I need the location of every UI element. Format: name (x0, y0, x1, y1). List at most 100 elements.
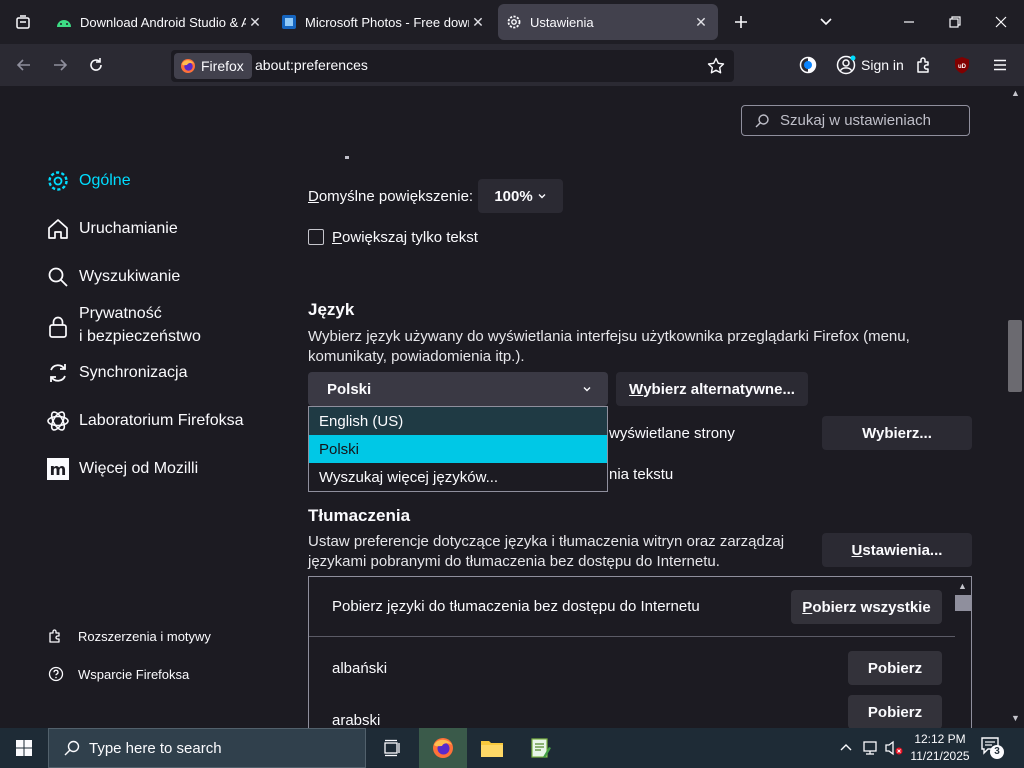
clock-time: 12:12 PM (914, 732, 966, 746)
tab-microsoft-photos[interactable]: Microsoft Photos - Free downlo ✕ (273, 4, 495, 40)
language-row: arabski Pobierz (309, 695, 955, 728)
list-scrollbar-thumb[interactable] (955, 595, 971, 611)
download-all-row: Pobierz języki do tłumaczenia bez dostęp… (309, 577, 955, 637)
file-explorer-icon[interactable] (468, 728, 516, 768)
choose-alternative-languages-button[interactable]: Wybierz alternatywne... (616, 372, 808, 406)
scrolled-content-remnant (345, 156, 349, 159)
restore-icon[interactable] (932, 0, 978, 44)
taskbar-search-placeholder: Type here to search (89, 739, 222, 757)
sidebar-item-general[interactable]: Ogólne (46, 169, 131, 193)
network-icon[interactable] (862, 740, 880, 756)
sidebar-item-label: Prywatność (79, 305, 162, 322)
taskbar-clock[interactable]: 12:12 PM 11/21/2025 (904, 731, 976, 765)
extensions-icon[interactable] (908, 49, 940, 81)
mozilla-icon: m (46, 457, 70, 481)
language-option-search-more[interactable]: Wyszukaj więcej języków... (309, 463, 607, 491)
sidebar-item-label-line2: i bezpieczeństwo (79, 328, 201, 345)
zoom-text-only-checkbox[interactable] (308, 229, 324, 245)
svg-text:m: m (50, 460, 67, 479)
footer-link-label: Rozszerzenia i motywy (78, 628, 211, 644)
preferences-page: Szukaj w ustawieniach Ogólne Uruchamiani… (0, 86, 1024, 728)
url-text[interactable]: about:preferences (255, 57, 368, 73)
translations-description-line1: Ustaw preferencje dotyczące języka i tłu… (308, 533, 785, 550)
sign-in-button[interactable]: Sign in (830, 50, 904, 80)
sidebar-item-privacy[interactable]: Prywatność i bezpieczeństwo (46, 302, 201, 348)
sidebar-item-labs[interactable]: Laboratorium Firefoksa (46, 409, 244, 433)
close-tab-icon[interactable]: ✕ (246, 14, 264, 31)
offline-languages-list: Pobierz języki do tłumaczenia bez dostęp… (308, 576, 972, 728)
language-description-line1: Wybierz język używany do wyświetlania in… (308, 328, 910, 345)
windows-start-icon[interactable] (0, 728, 48, 768)
navigation-toolbar: Firefox about:preferences Sign in uD (0, 44, 1024, 86)
chevron-down-icon (537, 191, 547, 201)
default-zoom-select[interactable]: 100% (478, 179, 563, 213)
close-window-icon[interactable] (978, 0, 1024, 44)
bookmark-star-icon[interactable] (707, 57, 725, 79)
back-arrow-icon[interactable] (8, 49, 40, 81)
download-language-button[interactable]: Pobierz (848, 695, 942, 728)
sidebar-item-label: Laboratorium Firefoksa (79, 412, 244, 429)
notification-center-icon[interactable]: 3 (980, 736, 1006, 760)
close-tab-icon[interactable]: ✕ (692, 14, 710, 31)
sidebar-extensions-themes[interactable]: Rozszerzenia i motywy (48, 628, 211, 644)
scroll-up-arrow-icon[interactable]: ▲ (1011, 88, 1020, 98)
list-scrollbar[interactable]: ▲ (955, 577, 971, 728)
scroll-up-arrow-icon[interactable]: ▲ (958, 581, 967, 591)
volume-muted-icon[interactable] (884, 740, 904, 756)
sidebar-item-search[interactable]: Wyszukiwanie (46, 265, 180, 289)
taskbar-firefox-icon[interactable] (419, 728, 467, 768)
contrast-icon[interactable] (792, 49, 824, 81)
tab-overview-icon[interactable] (0, 0, 46, 44)
tab-title: Ustawienia (530, 14, 594, 30)
tab-ustawienia[interactable]: Ustawienia ✕ (498, 4, 718, 40)
search-icon (46, 265, 70, 289)
language-name: albański (332, 659, 388, 677)
choose-page-languages-button[interactable]: Wybierz... (822, 416, 972, 450)
flask-icon (46, 409, 70, 433)
tab-strip: Download Android Studio & Ap ✕ Microsoft… (0, 0, 1024, 44)
language-option-english[interactable]: English (US) (309, 407, 607, 435)
tab-title: Download Android Studio & Ap (80, 14, 246, 30)
lock-icon (46, 315, 70, 339)
ublock-icon[interactable]: uD (946, 49, 978, 81)
ui-language-select[interactable]: Polski (308, 372, 608, 406)
spellcheck-text-tail: nia tekstu (609, 466, 674, 483)
identity-label: Firefox (201, 58, 244, 74)
selected-language: Polski (327, 380, 372, 398)
language-option-polski[interactable]: Polski (309, 435, 607, 463)
task-view-icon[interactable] (368, 728, 416, 768)
scroll-down-arrow-icon[interactable]: ▼ (1011, 713, 1020, 723)
tab-android-studio[interactable]: Download Android Studio & Ap ✕ (48, 4, 272, 40)
page-scrollbar-thumb[interactable] (1008, 320, 1022, 392)
sidebar-item-sync[interactable]: Synchronizacja (46, 361, 188, 385)
translation-settings-button[interactable]: Ustawienia... (822, 533, 972, 567)
settings-search-input[interactable]: Szukaj w ustawieniach (741, 105, 970, 136)
sidebar-item-label: Więcej od Mozilli (79, 460, 199, 477)
hamburger-menu-icon[interactable] (984, 49, 1016, 81)
download-all-button[interactable]: Pobierz wszystkie (791, 590, 942, 624)
identity-box[interactable]: Firefox (174, 53, 252, 79)
forward-arrow-icon[interactable] (44, 49, 76, 81)
language-name: arabski (332, 711, 381, 729)
show-hidden-icons-chevron-up-icon[interactable] (838, 740, 854, 756)
url-bar[interactable]: Firefox about:preferences (171, 50, 734, 82)
sidebar-support[interactable]: Wsparcie Firefoksa (48, 666, 189, 682)
new-tab-icon[interactable] (718, 0, 764, 44)
sidebar-item-more-from-mozilla[interactable]: m Więcej od Mozilli (46, 457, 198, 481)
sync-icon (46, 361, 70, 385)
sidebar-item-home[interactable]: Uruchamianie (46, 217, 178, 241)
chevron-down-icon (582, 384, 592, 394)
reload-icon[interactable] (80, 49, 112, 81)
close-tab-icon[interactable]: ✕ (469, 14, 487, 31)
account-icon (836, 55, 856, 75)
minimize-icon[interactable] (886, 0, 932, 44)
tab-title: Microsoft Photos - Free downlo (305, 14, 469, 30)
notepad-icon[interactable] (516, 728, 564, 768)
zoom-text-only-label[interactable]: Powiększaj tylko tekst (332, 229, 478, 246)
download-language-button[interactable]: Pobierz (848, 651, 942, 685)
language-row: albański Pobierz (309, 638, 955, 698)
page-scrollbar[interactable]: ▲ ▼ (1006, 86, 1024, 728)
list-all-tabs-icon[interactable] (803, 0, 849, 44)
taskbar-search-input[interactable]: Type here to search (48, 728, 366, 768)
sidebar-item-label: Wyszukiwanie (79, 268, 181, 285)
